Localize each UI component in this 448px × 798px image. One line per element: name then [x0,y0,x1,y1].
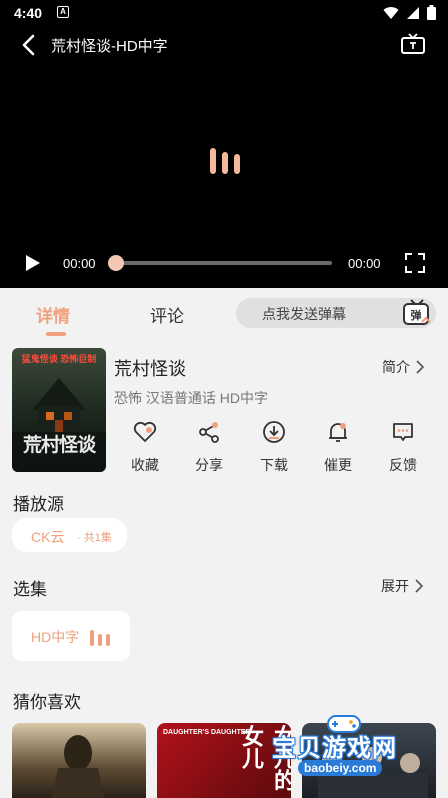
recommend-card[interactable] [12,723,146,798]
watermark-title: 宝贝游戏网 [272,735,397,762]
tab-detail[interactable]: 详情 [36,302,70,327]
urge-update-label: 催更 [324,457,352,473]
favorite-button[interactable]: 收藏 [125,420,165,473]
play-icon[interactable] [22,253,42,273]
recommend-section-title: 猜你喜欢 [13,693,81,712]
chevron-right-icon [416,360,424,374]
source-count: · 共1集 [77,532,112,544]
notification-icon: A [57,6,69,18]
share-button[interactable]: 分享 [189,420,229,473]
source-chip[interactable]: CK云 · 共1集 [12,518,127,552]
detail-tabs: 详情 评论 点我发送弹幕 弹 [0,288,448,338]
progress-track[interactable] [114,261,332,265]
source-section-title: 播放源 [13,495,64,514]
player-title-bar: 荒村怪谈-HD中字 [0,28,448,62]
poster-tagline: 猛鬼怪谈 恐怖巨制 [21,354,97,364]
cast-tv-icon[interactable] [400,33,426,57]
movie-title: 荒村怪谈 [114,359,186,379]
signal-icon [407,6,419,19]
site-watermark: 宝贝游戏网 baobeiy.com [272,712,442,786]
status-time: 4:40 [14,5,43,21]
movie-poster[interactable]: 猛鬼怪谈 恐怖巨制 荒村怪谈 [12,348,106,472]
feedback-icon [393,423,413,441]
total-time: 00:00 [348,256,381,271]
expand-button[interactable]: 展开 [381,576,423,596]
current-time: 00:00 [63,256,96,271]
source-name: CK云 [31,529,65,545]
video-player[interactable]: 4:40 A 荒村怪谈-HD中字 00:00 00:00 [0,0,448,288]
download-label: 下载 [260,457,288,473]
expand-label: 展开 [381,578,409,594]
download-icon [263,421,285,443]
feedback-button[interactable]: 反馈 [383,420,423,473]
share-label: 分享 [195,457,223,473]
player-controls: 00:00 00:00 [0,246,448,282]
movie-meta: 恐怖 汉语普通话 HD中字 [114,390,268,406]
episode-label: HD中字 [31,629,80,645]
share-icon [199,422,219,443]
progress-thumb[interactable] [108,255,124,271]
tab-indicator [46,332,66,336]
danmu-send-icon[interactable]: 弹 [402,298,432,328]
bell-icon [329,423,347,442]
wifi-icon [383,6,399,19]
status-bar: 4:40 A [0,0,448,26]
episode-chip[interactable]: HD中字 [12,611,130,661]
status-icons [383,5,436,20]
poster-title: 荒村怪谈 [22,434,96,456]
loading-icon [210,148,240,174]
feedback-label: 反馈 [389,457,417,473]
svg-text:弹: 弹 [411,308,422,322]
intro-button[interactable]: 简介 [382,357,424,377]
back-icon[interactable] [16,32,42,58]
favorite-label: 收藏 [131,457,159,473]
danmu-placeholder: 点我发送弹幕 [262,306,346,322]
heart-icon [133,421,157,442]
episodes-section-title: 选集 [13,580,47,599]
tab-comment[interactable]: 评论 [150,302,184,327]
battery-icon [427,5,436,20]
recommend-poster-image [52,735,104,798]
recommend-card[interactable]: DAUGHTER'S DAUGHTER 女儿的女儿 [157,723,291,798]
urge-update-button[interactable]: 催更 [318,420,358,473]
playing-equalizer-icon [90,630,110,646]
intro-label: 简介 [382,359,410,375]
download-button[interactable]: 下载 [254,420,294,473]
chevron-right-icon [415,579,423,593]
watermark-url: baobeiy.com [298,760,383,776]
fullscreen-icon[interactable] [404,252,426,274]
video-title: 荒村怪谈-HD中字 [51,38,168,55]
